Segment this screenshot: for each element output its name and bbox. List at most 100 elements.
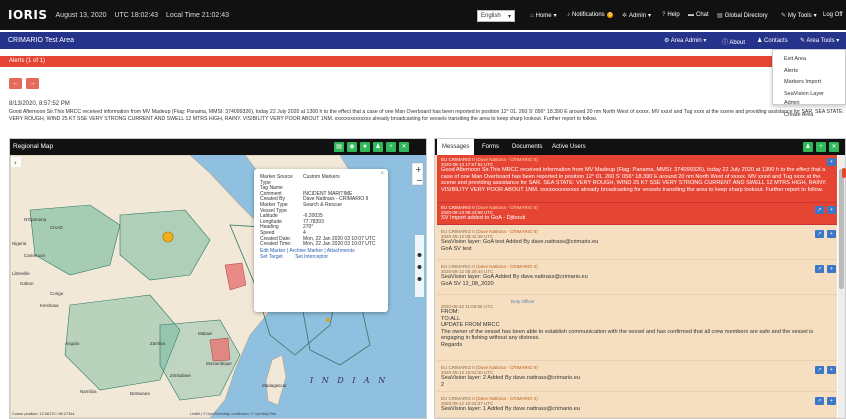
map-label-zambia: Zambia	[150, 341, 166, 346]
chat-icon: ▬	[688, 12, 694, 18]
messages-scrollbar[interactable]	[838, 155, 845, 418]
message-add-button[interactable]: +	[827, 230, 836, 238]
contacts-link[interactable]: ♟ Contacts	[757, 37, 788, 44]
message-item[interactable]: EU CRIMARIO II (Dave Nattrass - CRIMARIO…	[437, 363, 837, 392]
nav-notifications[interactable]: ♪ Notifications 0	[567, 12, 614, 18]
layers-icon: ▤	[336, 144, 342, 150]
map-label-chad: CHAD	[50, 225, 64, 230]
message-add-button[interactable]: +	[827, 158, 836, 166]
plus-icon: +	[389, 144, 393, 150]
vessel-marker	[326, 318, 330, 322]
message-reply-button[interactable]: ↗	[815, 366, 824, 374]
plus-icon: +	[830, 231, 833, 237]
message-add-button[interactable]: +	[827, 206, 836, 214]
tab-documents[interactable]: Documents	[507, 139, 547, 155]
alert-prev-button[interactable]: ←	[9, 78, 22, 89]
area-tools-dropdown: Exit Area Alerts Markers Import SeaVisio…	[772, 49, 846, 118]
alerts-header: Alerts (1 of 1)	[0, 56, 846, 67]
messages-users-button[interactable]: ♟	[803, 142, 813, 152]
tab-forms[interactable]: Forms	[477, 139, 504, 155]
reply-icon: ↗	[817, 367, 822, 373]
directory-icon: ▤	[717, 13, 723, 19]
datetime: August 13, 2020 UTC 18:02:43 Local Time …	[56, 12, 236, 19]
message-item[interactable]: EU CRIMARIO II (Dave Nattrass - CRIMARIO…	[437, 203, 837, 225]
language-select[interactable]: English ▾	[477, 10, 515, 22]
target-icon: ◉	[349, 144, 355, 150]
menu-item-alerts[interactable]: Alerts	[773, 66, 845, 78]
message-reply-button[interactable]: ↗	[815, 265, 824, 273]
nav-admin[interactable]: ✲ Admin ▾	[622, 12, 651, 20]
close-icon: ✕	[831, 144, 837, 150]
set-interceptor-link[interactable]: Set Interceptor	[295, 254, 328, 260]
nav-help[interactable]: ? Help	[662, 12, 680, 18]
arrow-right-icon: →	[29, 80, 36, 87]
help-icon: ?	[662, 12, 666, 18]
map-label-namibia: Namibia	[80, 389, 97, 394]
message-item[interactable]: EU CRIMARIO II (Dave Nattrass - CRIMARIO…	[437, 262, 837, 295]
tab-active-users[interactable]: Active Users	[547, 139, 591, 155]
nav-home[interactable]: ⌂ Home ▾	[530, 12, 557, 20]
user-icon: ♟	[805, 144, 811, 150]
marker-popup: × Marker Source Custom Markers Type Tag N…	[254, 169, 388, 312]
nav-chat[interactable]: ▬ Chat	[688, 12, 709, 18]
map-label-malawi: Malawi	[198, 331, 212, 336]
message-list[interactable]: EU CRIMARIO II (Dave Nattrass - CRIMARIO…	[435, 155, 837, 418]
map-layers-button[interactable]: ▤	[334, 142, 344, 152]
popup-row: Created Time: Mon, 22 Jan 2020 03 10:07 U…	[260, 241, 376, 248]
reply-icon: ↗	[817, 207, 822, 213]
message-add-button[interactable]: +	[827, 265, 836, 273]
message-item[interactable]: EU CRIMARIO II (Dave Nattrass - CRIMARIO…	[437, 227, 837, 260]
map-users-button[interactable]: ♟	[373, 142, 383, 152]
map-close-button[interactable]: ✕	[399, 142, 409, 152]
map-label-nigeria: Nigeria	[12, 241, 27, 246]
nav-global-directory[interactable]: ▤ Global Directory	[717, 12, 768, 20]
menu-item-create-area[interactable]: Create Area	[773, 110, 845, 122]
plus-icon: +	[819, 144, 823, 150]
messages-add-button[interactable]: +	[816, 142, 826, 152]
alert-date: 8/13/2020, 8:57:52 PM	[9, 101, 70, 107]
message-add-button[interactable]: +	[827, 397, 836, 405]
utc-time: UTC 18:02:43	[114, 11, 159, 19]
area-tools-menu[interactable]: ✎ Area Tools ▾	[800, 37, 839, 44]
map-label-botswana: Botswana	[130, 391, 150, 396]
scroll-indicator	[842, 168, 846, 178]
menu-item-markers-import[interactable]: Markers Import	[773, 77, 845, 89]
red-region-2	[209, 337, 231, 362]
menu-item-exit-area[interactable]: Exit Area	[773, 54, 845, 66]
scrollbar-thumb[interactable]	[839, 169, 844, 289]
menu-item-seavision-layer-admin[interactable]: SeaVision Layer Admin	[773, 89, 845, 110]
message-item[interactable]: EU CRIMARIO II (Dave Nattrass - CRIMARIO…	[437, 394, 837, 418]
alert-text: Good Afternoon Sir.This MRCC received in…	[9, 109, 844, 122]
message-reply-button[interactable]: ↗	[815, 230, 824, 238]
about-link[interactable]: ⓘ About	[722, 37, 745, 46]
home-icon: ⌂	[530, 12, 534, 19]
notification-badge: 0	[606, 12, 614, 18]
star-icon: ★	[362, 144, 368, 150]
map-star-button[interactable]: ★	[360, 142, 370, 152]
plus-icon: +	[830, 266, 833, 272]
map-target-button[interactable]: ◉	[347, 142, 357, 152]
map-panel-header: Regional Map ▤ ◉ ★ ♟ + ✕	[10, 139, 426, 155]
message-item[interactable]: EU CRIMARIO II (Dave Nattrass - CRIMARIO…	[437, 155, 837, 203]
messages-close-button[interactable]: ✕	[829, 142, 839, 152]
area-admin-menu[interactable]: ⚙ Area Admin ▾	[664, 37, 706, 44]
set-target-link[interactable]: Set Target	[260, 254, 283, 260]
message-reply-button[interactable]: ↗	[815, 397, 824, 405]
message-add-button[interactable]: +	[827, 366, 836, 374]
local-time: Local Time 21:02:43	[166, 11, 230, 19]
popup-close-icon[interactable]: ×	[380, 171, 384, 177]
message-item[interactable]: Duty Officer 2020-06-22 11:06:56 UTC FRO…	[437, 297, 837, 361]
nav-my-tools[interactable]: ✎ My Tools ▾	[781, 12, 817, 20]
nav-log-off[interactable]: Log Off	[823, 12, 843, 18]
map-label-zimbabwe: Zimbabwe	[170, 373, 191, 378]
messages-panel-header: Messages Forms Documents Active Users ♟ …	[435, 139, 845, 155]
current-date: August 13, 2020	[55, 11, 107, 19]
alert-next-button[interactable]: →	[26, 78, 39, 89]
incident-marker-cluster	[162, 231, 174, 243]
tab-messages[interactable]: Messages	[437, 139, 475, 155]
message-reply-button[interactable]: ↗	[815, 206, 824, 214]
user-icon: ♟	[375, 144, 381, 150]
map-add-button[interactable]: +	[386, 142, 396, 152]
area-title: CRIMARIO Test Area	[8, 37, 75, 44]
map-label-kinshasa: Kinshasa	[40, 303, 59, 308]
